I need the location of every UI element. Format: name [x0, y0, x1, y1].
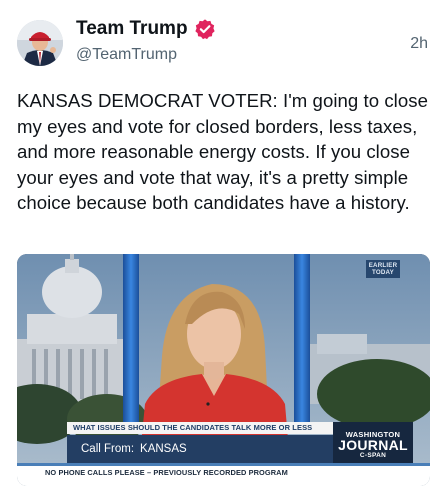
video-thumbnail[interactable]: EARLIER TODAY WHAT ISSUES SHOULD THE CAN… [17, 254, 430, 486]
broadcast-ticker: NO PHONE CALLS PLEASE – PREVIOUSLY RECOR… [17, 466, 430, 486]
program-logo-line3: C-SPAN [359, 452, 387, 459]
post-text: KANSAS DEMOCRAT VOTER: I'm going to clos… [17, 90, 428, 213]
author-display-name[interactable]: Team Trump [76, 18, 188, 40]
author-name-row: Team Trump [76, 18, 216, 40]
program-logo-line2: JOURNAL [338, 437, 408, 453]
broadcast-question-bar: WHAT ISSUES SHOULD THE CANDIDATES TALK M… [67, 422, 333, 444]
earlier-today-badge: EARLIER TODAY [366, 260, 400, 278]
caller-info-bar: Call From: KANSAS [67, 435, 333, 463]
call-from-value: KANSAS [140, 443, 187, 455]
post-timestamp[interactable]: 2h [410, 35, 428, 53]
program-logo: WASHINGTON JOURNAL C-SPAN [333, 422, 413, 463]
tweet-card: Team Trump @TeamTrump 2h KANSAS DEMOCRAT… [0, 0, 447, 500]
call-from-label: Call From: [81, 443, 135, 455]
verified-badge-icon [194, 19, 215, 40]
author-handle[interactable]: @TeamTrump [76, 46, 177, 64]
avatar-image [17, 20, 63, 66]
author-avatar[interactable] [17, 20, 63, 66]
